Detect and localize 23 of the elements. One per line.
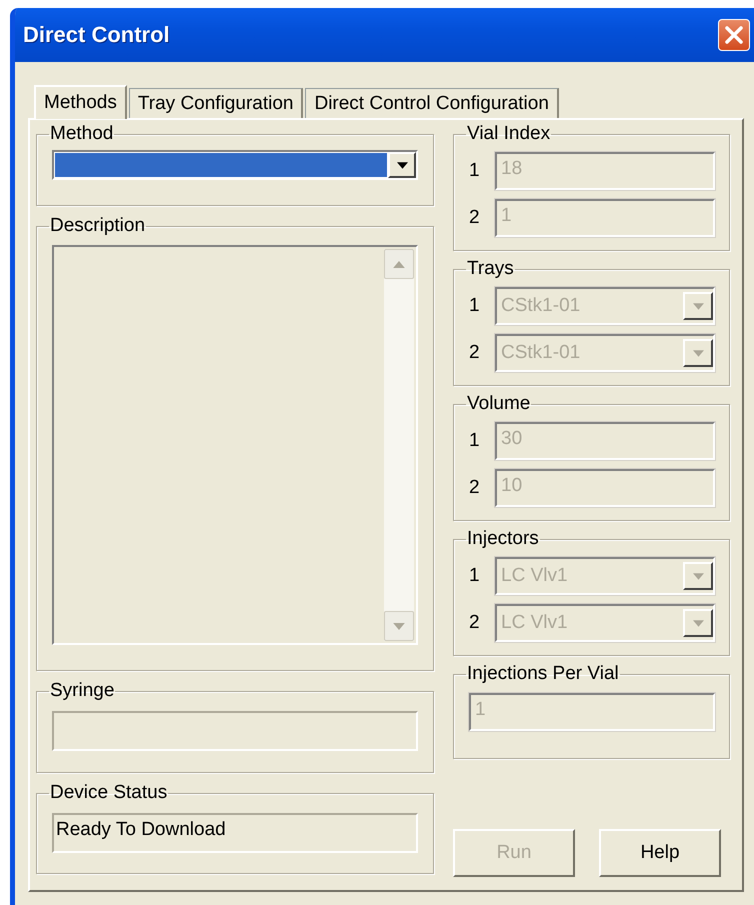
tab[interactable]: Direct Control Configuration [305,88,559,118]
row-number: 1 [469,430,481,452]
row-number: 2 [469,207,481,229]
tab[interactable]: Methods [34,85,127,119]
status-field: Ready To Download [52,813,418,853]
group-label: Description [49,215,146,237]
row-number: 2 [469,612,481,634]
row-number: 1 [469,565,481,587]
group-label: Volume [466,393,532,415]
button[interactable]: Help [599,829,721,877]
row-number: 2 [469,342,481,364]
group-label: Syringe [49,680,116,702]
group-label: Injectors [466,528,540,550]
row-number: 2 [469,477,481,499]
row-number: 1 [469,160,481,182]
group-label: Device Status [49,782,168,804]
group-label: Vial Index [466,123,552,145]
row-number: 1 [469,295,481,317]
window-title: Direct Control [23,22,171,48]
group-label: Trays [466,258,515,280]
group-label: Injections Per Vial [466,663,620,685]
group-label: Method [49,123,114,145]
tab[interactable]: Tray Configuration [128,88,304,118]
